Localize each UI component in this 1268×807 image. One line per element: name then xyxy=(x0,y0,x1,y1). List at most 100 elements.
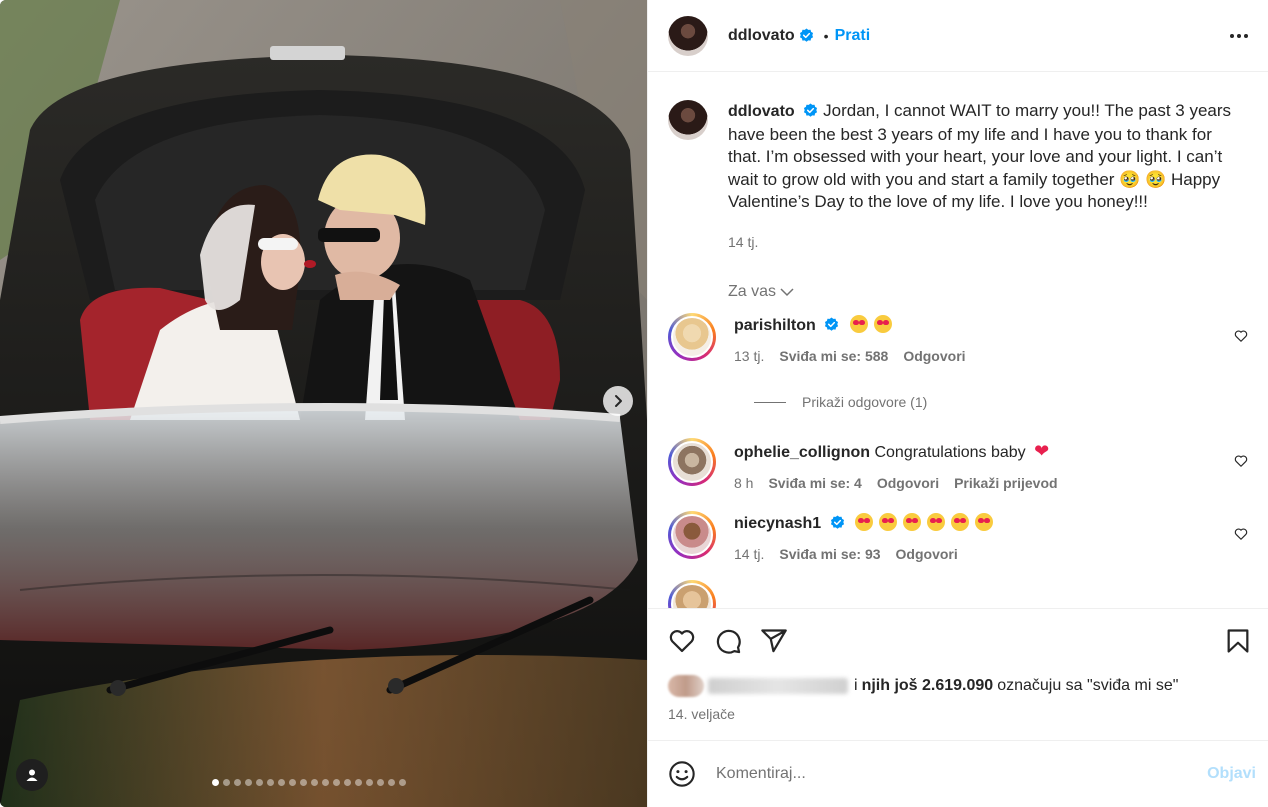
heart-icon[interactable] xyxy=(1234,329,1248,343)
carousel-dot xyxy=(278,779,285,786)
comment-time[interactable]: 13 tj. xyxy=(734,348,764,364)
commenter-avatar[interactable] xyxy=(668,438,716,486)
reply-button[interactable]: Odgovori xyxy=(877,475,939,491)
heart-eyes-emoji xyxy=(849,315,868,333)
caption-username[interactable]: ddlovato xyxy=(728,103,795,120)
caption-timestamp[interactable]: 14 tj. xyxy=(728,231,1248,254)
comment-meta: 8 h Sviđa mi se: 4 Odgovori Prikaži prij… xyxy=(734,475,1058,491)
comment-body: niecynash1 14 tj. Sviđa mi se: 93 Odgovo… xyxy=(734,511,994,562)
comment-likes-count[interactable]: Sviđa mi se: 93 xyxy=(779,546,880,562)
post-comment-button[interactable]: Objavi xyxy=(1207,765,1256,783)
more-dot xyxy=(1237,33,1241,38)
carousel-dot xyxy=(333,779,340,786)
comment-body: ophelie_collignon Congratulations baby ❤… xyxy=(734,438,1058,491)
comment-bubble-icon[interactable] xyxy=(714,627,742,655)
likes-count[interactable]: njih još 2.619.090 xyxy=(862,677,994,695)
comment-meta: 14 tj. Sviđa mi se: 93 Odgovori xyxy=(734,546,993,562)
carousel-dot xyxy=(289,779,296,786)
comment-line: parishilton xyxy=(734,315,966,337)
heart-eyes-emoji xyxy=(951,513,970,531)
heart-eyes-emoji xyxy=(873,315,892,333)
commenter-avatar-image xyxy=(671,316,713,358)
post-date[interactable]: 14. veljače xyxy=(668,706,1252,722)
chevron-right-icon xyxy=(615,395,622,407)
caption-avatar[interactable] xyxy=(668,100,708,140)
heart-eyes-emoji xyxy=(975,513,994,531)
author-avatar-image xyxy=(668,15,708,56)
commenter-avatar[interactable] xyxy=(668,511,716,559)
post-actions: i njih još 2.619.090 označuju sa "sviđa … xyxy=(648,608,1268,722)
next-image-button[interactable] xyxy=(603,386,633,416)
author-info: ddlovato • Prati xyxy=(728,27,870,45)
comment-likes-count[interactable]: Sviđa mi se: 588 xyxy=(779,348,888,364)
comments-section[interactable]: ddlovato Jordan, I cannot WAIT to marry … xyxy=(648,73,1268,608)
more-dot xyxy=(1244,33,1248,38)
commenter-avatar-image xyxy=(671,514,713,556)
heart-eyes-emoji xyxy=(903,513,922,531)
carousel-dot xyxy=(223,779,230,786)
reply-button[interactable]: Odgovori xyxy=(903,348,965,364)
comment-time[interactable]: 8 h xyxy=(734,475,753,491)
comment-text: Congratulations baby xyxy=(874,444,1026,461)
show-replies-button[interactable]: Prikaži odgovore (1) xyxy=(754,394,1248,410)
heart-eyes-emoji xyxy=(855,513,874,531)
carousel-dot xyxy=(388,779,395,786)
comment-meta: 13 tj. Sviđa mi se: 588 Odgovori xyxy=(734,348,966,364)
caption: ddlovato Jordan, I cannot WAIT to marry … xyxy=(668,100,1248,253)
carousel-dot xyxy=(234,779,241,786)
comment-line: ophelie_collignon Congratulations baby ❤ xyxy=(734,440,1058,464)
likes-summary[interactable]: i njih još 2.619.090 označuju sa "sviđa … xyxy=(668,675,1252,697)
comment-line: niecynash1 xyxy=(734,513,994,535)
carousel-dot xyxy=(399,779,406,786)
comment-filter-dropdown[interactable]: Za vas xyxy=(728,283,1248,301)
liker-name-blurred xyxy=(708,678,848,694)
show-replies-label: Prikaži odgovore (1) xyxy=(802,394,928,410)
post-header: ddlovato • Prati xyxy=(648,0,1268,72)
comment-likes-count[interactable]: Sviđa mi se: 4 xyxy=(768,475,861,491)
comment-input[interactable] xyxy=(716,765,1208,783)
action-icons xyxy=(668,609,1252,673)
commenter-avatar[interactable] xyxy=(668,313,716,361)
tagged-users-button[interactable] xyxy=(16,759,48,791)
commenter-avatar[interactable] xyxy=(668,580,716,608)
verified-badge-icon xyxy=(825,317,839,331)
carousel-dot xyxy=(245,779,252,786)
post-media[interactable] xyxy=(0,0,647,807)
carousel-dot xyxy=(267,779,274,786)
user-icon xyxy=(26,769,38,781)
author-username[interactable]: ddlovato xyxy=(728,27,795,45)
likes-prefix: i xyxy=(854,677,858,694)
author-avatar[interactable] xyxy=(668,15,708,56)
heart-icon[interactable] xyxy=(1234,454,1248,468)
heart-icon[interactable] xyxy=(1234,527,1248,541)
caption-body: ddlovato Jordan, I cannot WAIT to marry … xyxy=(728,100,1248,253)
carousel-dot xyxy=(311,779,318,786)
comment-username[interactable]: parishilton xyxy=(734,317,816,334)
post-details-panel: ddlovato • Prati ddlovato Jordan, I cann… xyxy=(647,0,1268,807)
comment-username[interactable]: niecynash1 xyxy=(734,515,821,532)
carousel-dot xyxy=(256,779,263,786)
heart-emoji: ❤ xyxy=(1034,441,1050,461)
verified-badge-icon xyxy=(804,103,818,117)
like-heart-icon[interactable] xyxy=(668,627,696,655)
post-photo xyxy=(0,0,647,807)
more-options-button[interactable] xyxy=(1230,33,1248,38)
translate-button[interactable]: Prikaži prijevod xyxy=(954,475,1057,491)
comment-item: ophelie_collignon Congratulations baby ❤… xyxy=(668,438,1248,491)
carousel-indicator xyxy=(212,779,406,786)
liker-avatars-blurred xyxy=(668,675,704,697)
carousel-dot xyxy=(322,779,329,786)
follow-button[interactable]: Prati xyxy=(835,27,871,45)
comment-username[interactable]: ophelie_collignon xyxy=(734,444,870,461)
bookmark-icon[interactable] xyxy=(1224,627,1252,655)
emoji-picker-icon[interactable] xyxy=(668,760,696,788)
share-send-icon[interactable] xyxy=(760,627,788,655)
carousel-dot xyxy=(300,779,307,786)
heart-eyes-emoji xyxy=(879,513,898,531)
comment-filter-label: Za vas xyxy=(728,283,777,300)
carousel-dot xyxy=(344,779,351,786)
reply-button[interactable]: Odgovori xyxy=(896,546,958,562)
comment-time[interactable]: 14 tj. xyxy=(734,546,764,562)
heart-eyes-emoji xyxy=(927,513,946,531)
carousel-dot xyxy=(212,779,219,786)
